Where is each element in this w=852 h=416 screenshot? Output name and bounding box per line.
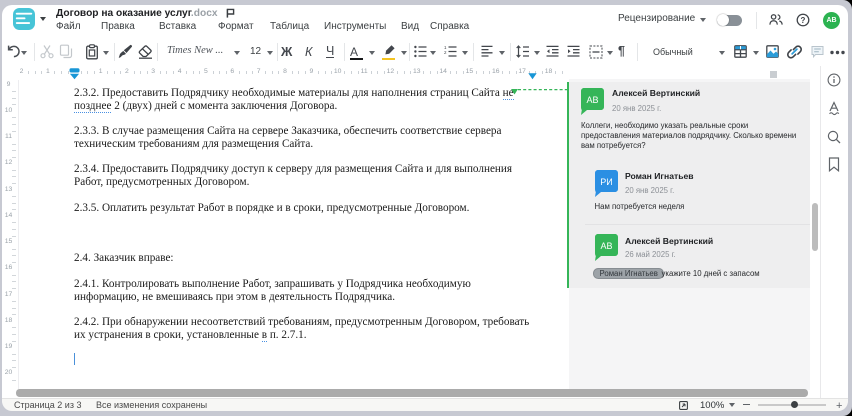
svg-text:РИ: РИ [600,177,612,187]
svg-text:?: ? [801,16,806,25]
svg-text:2: 2 [444,50,447,55]
svg-text:АВ: АВ [586,95,598,105]
svg-text:АВ: АВ [600,241,612,251]
